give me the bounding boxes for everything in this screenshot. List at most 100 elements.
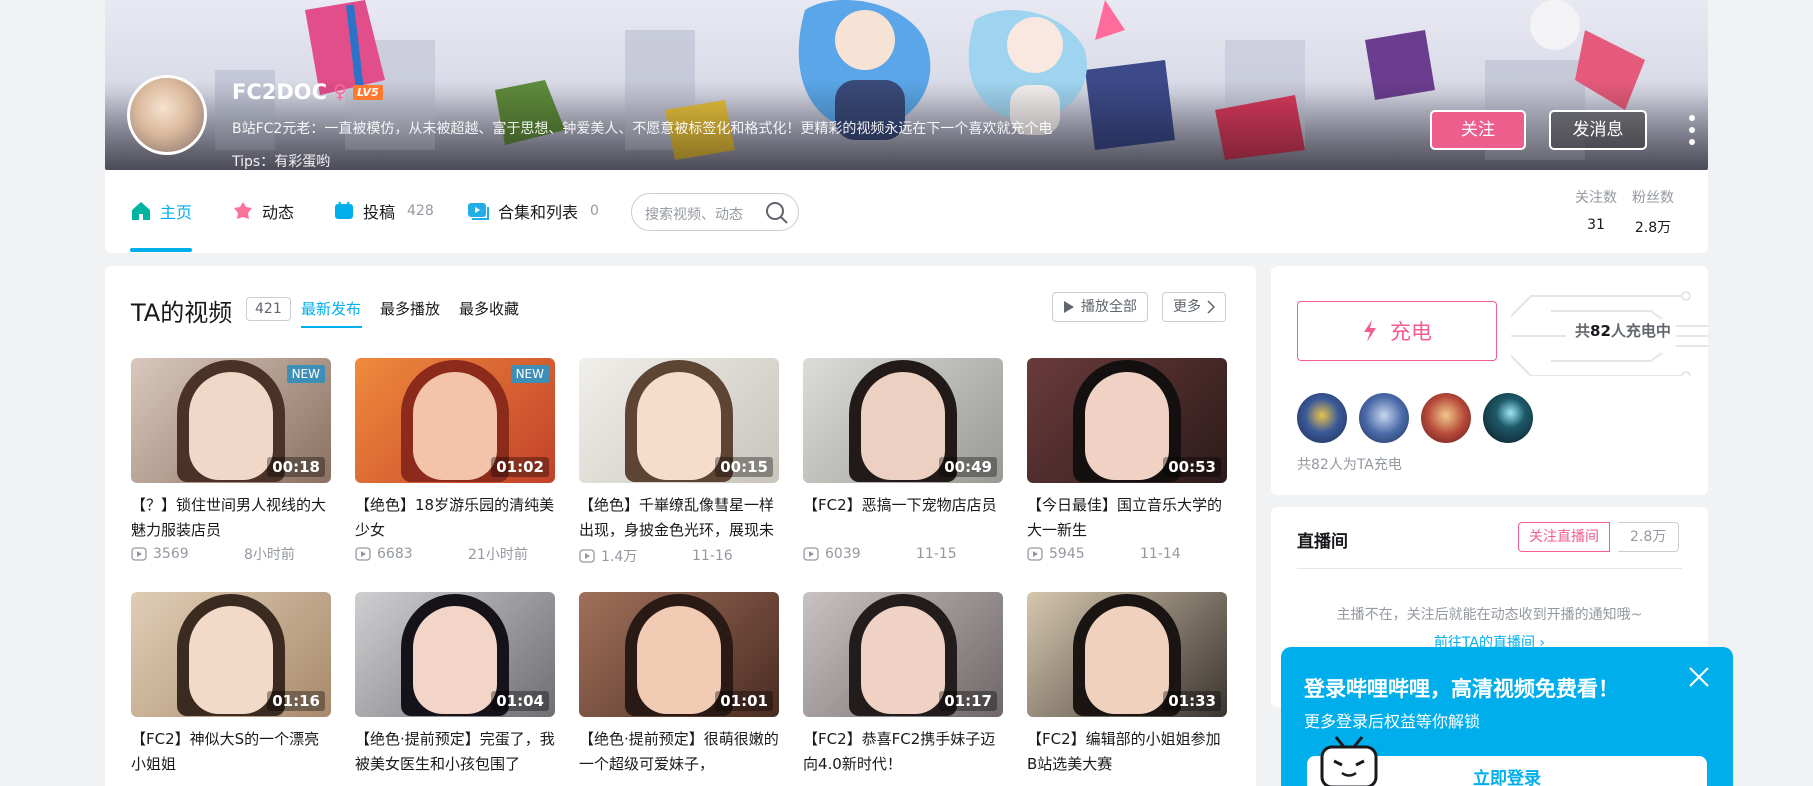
video-card[interactable]: 01:33 【FC2】编辑部的小姐姐参加B站选美大赛 [1027, 592, 1227, 777]
videos-section: TA的视频 421 最新发布 最多播放 最多收藏 播放全部 更多 NEW 00:1… [105, 266, 1256, 786]
collections-icon [468, 203, 489, 220]
username[interactable]: FC2DOC [232, 80, 327, 104]
thumbnail-face [637, 372, 721, 480]
video-meta: 5945 11-14 [1027, 546, 1227, 562]
video-date: 8小时前 [244, 547, 295, 563]
divider [1297, 568, 1682, 569]
video-title[interactable]: 【FC2】恶搞一下宠物店店员 [803, 493, 1003, 543]
more-videos-button[interactable]: 更多 [1162, 292, 1226, 322]
charger-avatar[interactable] [1421, 393, 1471, 443]
video-title[interactable]: 【绝色】千崋缭乱像彗星一样出现，身披金色光环，展现未 [579, 493, 779, 543]
chevron-right-icon [1207, 300, 1215, 314]
charger-avatar[interactable] [1359, 393, 1409, 443]
search-input[interactable]: 搜索视频、动态 [631, 193, 799, 231]
video-thumbnail[interactable]: NEW 01:02 [355, 358, 555, 483]
dynamic-icon [234, 202, 252, 219]
thumbnail-face [413, 372, 497, 480]
video-thumbnail[interactable]: 01:16 [131, 592, 331, 717]
thumbnail-face [861, 372, 945, 480]
new-badge: NEW [286, 365, 325, 383]
video-card[interactable]: 01:01 【绝色·提前预定】很萌很嫩的一个超级可爱妹子， [579, 592, 779, 777]
video-card[interactable]: 00:15 【绝色】千崋缭乱像彗星一样出现，身披金色光环，展现未 1.4万 11-16 [579, 358, 779, 566]
search-icon[interactable] [764, 200, 790, 226]
video-title[interactable]: 【绝色·提前预定】很萌很嫩的一个超级可爱妹子， [579, 727, 779, 777]
section-title: TA的视频 [131, 299, 233, 327]
charge-count-value: 82 [1590, 322, 1611, 340]
video-duration: 00:18 [267, 457, 325, 477]
tab-uploads[interactable]: 投稿 428 [333, 199, 434, 223]
thumbnail-face [1085, 372, 1169, 480]
video-duration: 00:15 [715, 457, 773, 477]
video-thumbnail[interactable]: 01:33 [1027, 592, 1227, 717]
close-icon[interactable] [1687, 665, 1711, 689]
video-meta: 1.4万 11-16 [579, 546, 779, 566]
video-views: 3569 [153, 546, 189, 562]
play-all-button[interactable]: 播放全部 [1052, 292, 1148, 322]
video-title[interactable]: 【FC2】恭喜FC2携手妹子迈向4.0新时代！ [803, 727, 1003, 777]
video-title[interactable]: 【今日最佳】国立音乐大学的大一新生 [1027, 493, 1227, 543]
video-title[interactable]: 【FC2】编辑部的小姐姐参加B站选美大赛 [1027, 727, 1227, 777]
charge-count-suffix: 人充电中 [1610, 322, 1671, 340]
video-title[interactable]: 【绝色】18岁游乐园的清纯美少女 [355, 493, 555, 543]
tab-collections-label: 合集和列表 [498, 203, 579, 222]
collections-count: 0 [590, 203, 599, 219]
video-duration: 01:01 [715, 691, 773, 711]
video-duration: 01:17 [939, 691, 997, 711]
play-count-icon [803, 547, 819, 561]
video-card[interactable]: NEW 00:18 【？】锁住世间男人视线的大魅力服装店员 3569 8小时前 [131, 358, 331, 563]
video-card[interactable]: 01:17 【FC2】恭喜FC2携手妹子迈向4.0新时代！ [803, 592, 1003, 777]
more-options-icon[interactable] [1685, 115, 1699, 145]
tab-home[interactable]: 主页 [130, 199, 192, 223]
charge-button[interactable]: 充电 [1297, 301, 1497, 361]
send-message-button[interactable]: 发消息 [1549, 110, 1647, 150]
charger-avatar[interactable] [1297, 393, 1347, 443]
avatar[interactable] [127, 75, 207, 155]
tab-dynamic[interactable]: 动态 [232, 199, 294, 223]
thumbnail-face [861, 606, 945, 714]
video-card[interactable]: 01:16 【FC2】神似大S的一个漂亮小姐姐 [131, 592, 331, 777]
more-label: 更多 [1173, 299, 1201, 315]
video-card[interactable]: NEW 01:02 【绝色】18岁游乐园的清纯美少女 6683 21小时前 [355, 358, 555, 563]
video-card[interactable]: 00:53 【今日最佳】国立音乐大学的大一新生 5945 11-14 [1027, 358, 1227, 562]
follow-button[interactable]: 关注 [1430, 110, 1526, 150]
video-thumbnail[interactable]: 00:53 [1027, 358, 1227, 483]
fans-label: 粉丝数 [1632, 190, 1674, 206]
following-stat[interactable]: 关注数 31 [1575, 187, 1617, 233]
username-row: FC2DOC ♀ LV5 [232, 80, 383, 104]
login-popup-title: 登录哔哩哔哩，高清视频免费看！ [1304, 677, 1619, 701]
video-card[interactable]: 00:49 【FC2】恶搞一下宠物店店员 6039 11-15 [803, 358, 1003, 562]
profile-nav: 主页 动态 投稿 428 合集和列表 0 搜索视频、动态 关注数 31 粉丝数 … [105, 170, 1708, 253]
tab-most-favorited[interactable]: 最多收藏 [459, 298, 519, 319]
tab-collections[interactable]: 合集和列表 0 [466, 199, 599, 223]
home-icon [132, 202, 150, 220]
video-title[interactable]: 【FC2】神似大S的一个漂亮小姐姐 [131, 727, 331, 777]
thumbnail-face [1085, 606, 1169, 714]
video-duration: 01:02 [491, 457, 549, 477]
video-thumbnail[interactable]: 00:49 [803, 358, 1003, 483]
play-count-icon [579, 549, 595, 563]
bilibili-tv-mascot-icon [1320, 736, 1378, 786]
uploads-icon [335, 201, 353, 219]
follow-live-button[interactable]: 关注直播间 [1518, 522, 1610, 552]
video-title[interactable]: 【？】锁住世间男人视线的大魅力服装店员 [131, 493, 331, 543]
live-offline-message: 主播不在，关注后就能在动态收到开播的通知哦~ [1336, 607, 1643, 623]
lightning-icon [1364, 320, 1376, 342]
video-card[interactable]: 01:04 【绝色·提前预定】完蛋了，我被美女医生和小孩包围了 [355, 592, 555, 777]
charge-footer: 共82人为TA充电 [1297, 457, 1402, 473]
video-duration: 01:16 [267, 691, 325, 711]
following-label: 关注数 [1575, 190, 1617, 206]
tab-uploads-label: 投稿 [363, 203, 396, 222]
video-total-badge: 421 [246, 297, 291, 321]
video-thumbnail[interactable]: 00:15 [579, 358, 779, 483]
tab-most-played[interactable]: 最多播放 [380, 298, 440, 319]
login-popup: 登录哔哩哔哩，高清视频免费看！ 更多登录后权益等你解锁 立即登录 [1281, 647, 1733, 786]
video-title[interactable]: 【绝色·提前预定】完蛋了，我被美女医生和小孩包围了 [355, 727, 555, 777]
tab-latest[interactable]: 最新发布 [301, 298, 361, 319]
video-thumbnail[interactable]: NEW 00:18 [131, 358, 331, 483]
charge-section: 充电 共82人充电中 共82人为TA充电 [1271, 266, 1708, 495]
fans-stat[interactable]: 粉丝数 2.8万 [1632, 187, 1674, 237]
video-thumbnail[interactable]: 01:01 [579, 592, 779, 717]
video-thumbnail[interactable]: 01:04 [355, 592, 555, 717]
charger-avatar[interactable] [1483, 393, 1533, 443]
video-thumbnail[interactable]: 01:17 [803, 592, 1003, 717]
